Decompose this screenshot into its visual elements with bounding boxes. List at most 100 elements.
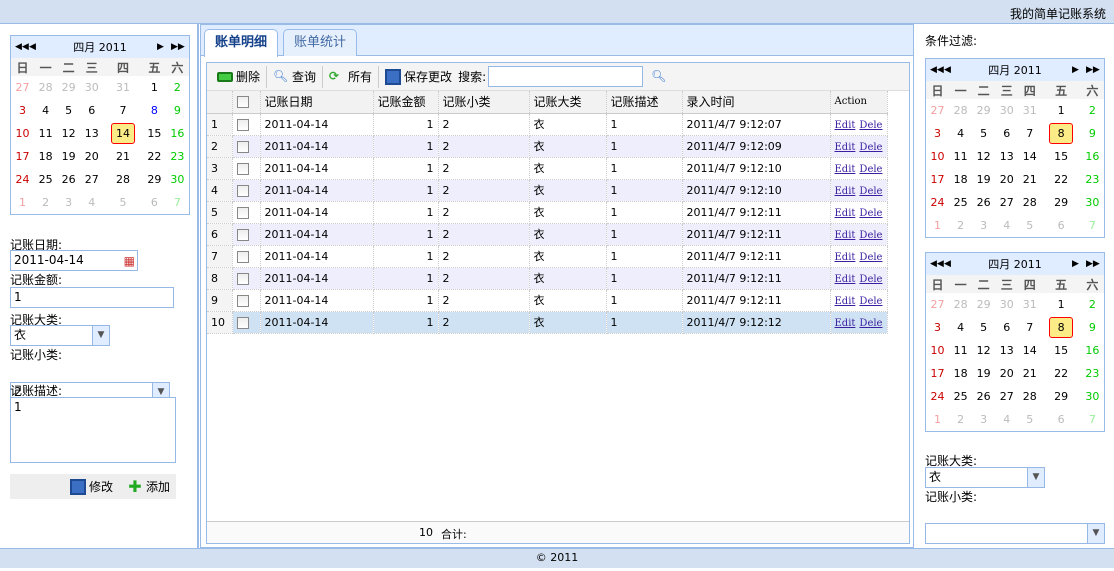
prev-month-icon[interactable]: ◀ (29, 42, 43, 52)
calendar-day[interactable]: 14 (103, 122, 143, 145)
calendar-day[interactable]: 30 (1081, 191, 1104, 214)
calendar-day[interactable]: 24 (11, 168, 34, 191)
calendar-day[interactable]: 27 (926, 293, 949, 316)
calendar-day[interactable]: 23 (1081, 362, 1104, 385)
calendar-day[interactable]: 6 (143, 191, 166, 214)
calendar-day[interactable]: 7 (1018, 316, 1041, 339)
tab-details[interactable]: 账单明细 (204, 29, 279, 57)
calendar-day[interactable]: 28 (949, 293, 972, 316)
calendar-day[interactable]: 9 (166, 99, 189, 122)
calendar-day[interactable]: 8 (1041, 316, 1081, 339)
calendar-day[interactable]: 4 (949, 316, 972, 339)
calendar-day[interactable]: 27 (926, 99, 949, 122)
calendar-day[interactable]: 1 (1041, 293, 1081, 316)
calendar-day[interactable]: 30 (995, 293, 1018, 316)
row-checkbox[interactable] (232, 201, 261, 224)
calendar-day[interactable]: 4 (80, 191, 103, 214)
category-select[interactable]: 衣 ▼ (10, 325, 110, 346)
next-year-icon[interactable]: ▶▶ (171, 42, 185, 52)
calendar-day[interactable]: 16 (1081, 339, 1104, 362)
calendar-day[interactable]: 16 (166, 122, 189, 145)
calendar-day[interactable]: 18 (949, 362, 972, 385)
calendar-day[interactable]: 5 (1018, 408, 1041, 431)
row-checkbox[interactable] (232, 113, 261, 136)
row-checkbox[interactable] (232, 311, 261, 334)
delete-link[interactable]: Dele (859, 164, 882, 175)
table-row[interactable]: 6 2011-04-14 1 2 衣 1 2011/4/7 9:12:11 Edit Dele (207, 223, 888, 246)
calendar-day[interactable]: 9 (1081, 316, 1104, 339)
calendar-day[interactable]: 6 (995, 122, 1018, 145)
calendar-day[interactable]: 19 (57, 145, 80, 168)
calendar-day[interactable]: 8 (143, 99, 166, 122)
delete-link[interactable]: Dele (859, 252, 882, 263)
col-category[interactable]: 记账大类 (529, 91, 607, 114)
calendar-day[interactable]: 17 (926, 168, 949, 191)
calendar-day[interactable]: 25 (949, 191, 972, 214)
row-checkbox[interactable] (232, 135, 261, 158)
calendar-day[interactable]: 28 (1018, 191, 1041, 214)
calendar-day[interactable]: 5 (972, 316, 995, 339)
calendar-day[interactable]: 21 (1018, 168, 1041, 191)
calendar-day[interactable]: 29 (972, 99, 995, 122)
calendar-day[interactable]: 12 (57, 122, 80, 145)
calendar-day[interactable]: 30 (1081, 385, 1104, 408)
calendar-day[interactable]: 31 (103, 76, 143, 99)
calendar-day[interactable]: 31 (1018, 293, 1041, 316)
calendar-day[interactable]: 5 (972, 122, 995, 145)
calendar-day[interactable]: 27 (995, 385, 1018, 408)
calendar-day[interactable]: 27 (995, 191, 1018, 214)
delete-button[interactable]: 删除 (211, 65, 268, 88)
calendar-day[interactable]: 13 (80, 122, 103, 145)
calendar-day[interactable]: 23 (1081, 168, 1104, 191)
calendar-day[interactable]: 26 (57, 168, 80, 191)
calendar-day[interactable]: 21 (103, 145, 143, 168)
calendar-day[interactable]: 20 (80, 145, 103, 168)
calendar-day[interactable]: 22 (143, 145, 166, 168)
calendar-day[interactable]: 7 (1081, 214, 1104, 237)
calendar-day[interactable]: 23 (166, 145, 189, 168)
calendar-day[interactable]: 15 (1041, 339, 1081, 362)
row-checkbox[interactable] (232, 157, 261, 180)
search-icon[interactable]: 🔍︎ (651, 69, 667, 85)
row-checkbox[interactable] (232, 289, 261, 312)
edit-link[interactable]: Edit (835, 186, 856, 197)
next-month-icon[interactable]: ▶ (157, 42, 171, 52)
delete-link[interactable]: Dele (859, 296, 882, 307)
calendar-day[interactable]: 19 (972, 168, 995, 191)
calendar-day[interactable]: 15 (143, 122, 166, 145)
calendar-day[interactable]: 10 (926, 145, 949, 168)
calendar-day[interactable]: 14 (1018, 145, 1041, 168)
delete-link[interactable]: Dele (859, 230, 882, 241)
calendar-day[interactable]: 3 (926, 122, 949, 145)
calendar-day[interactable]: 15 (1041, 145, 1081, 168)
modify-button[interactable]: 修改 (69, 478, 113, 495)
calendar-day[interactable]: 6 (995, 316, 1018, 339)
delete-link[interactable]: Dele (859, 142, 882, 153)
calendar-day[interactable]: 22 (1041, 362, 1081, 385)
table-row[interactable]: 2 2011-04-14 1 2 衣 1 2011/4/7 9:12:09 Edit Dele (207, 135, 888, 158)
delete-link[interactable]: Dele (859, 274, 882, 285)
col-date[interactable]: 记账日期 (260, 91, 374, 114)
prev-month-icon[interactable]: ◀ (944, 259, 958, 269)
table-row[interactable]: 1 2011-04-14 1 2 衣 1 2011/4/7 9:12:07 Edit Dele (207, 113, 888, 136)
calendar-day[interactable]: 1 (143, 76, 166, 99)
edit-link[interactable]: Edit (835, 230, 856, 241)
calendar-day[interactable]: 2 (1081, 293, 1104, 316)
calendar-day[interactable]: 1 (926, 408, 949, 431)
next-year-icon[interactable]: ▶▶ (1086, 65, 1100, 75)
calendar-day[interactable]: 7 (1018, 122, 1041, 145)
filter-category-select[interactable]: 衣 ▼ (925, 467, 1045, 488)
calendar-day[interactable]: 22 (1041, 168, 1081, 191)
add-button[interactable]: ✚ 添加 (127, 478, 170, 495)
calendar-day[interactable]: 11 (949, 145, 972, 168)
row-checkbox[interactable] (232, 267, 261, 290)
calendar-day[interactable]: 2 (166, 76, 189, 99)
edit-link[interactable]: Edit (835, 164, 856, 175)
prev-year-icon[interactable]: ◀◀ (15, 42, 29, 52)
calendar-day[interactable]: 11 (949, 339, 972, 362)
select-all-checkbox[interactable] (232, 91, 261, 114)
next-month-icon[interactable]: ▶ (1072, 259, 1086, 269)
date-input[interactable]: 2011-04-14 ▦ (10, 250, 138, 271)
row-checkbox[interactable] (232, 179, 261, 202)
calendar-day[interactable]: 6 (1041, 408, 1081, 431)
